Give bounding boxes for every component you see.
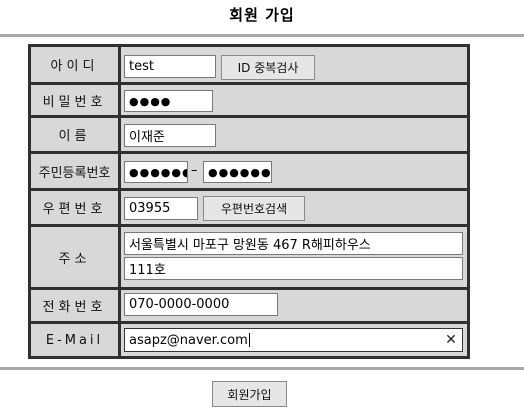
resident-number-back-input[interactable]: ●●●●●●● bbox=[203, 161, 272, 183]
zip-code-label: 우편번호 bbox=[31, 191, 118, 224]
id-label: 아이디 bbox=[31, 47, 118, 82]
password-cell: ●●●● bbox=[121, 85, 467, 115]
resident-number-front-input[interactable]: ●●●●●● bbox=[124, 161, 188, 183]
phone-input[interactable]: 070-0000-0000 bbox=[124, 293, 278, 316]
address-cell: 서울특별시 마포구 망원동 467 R해피하우스 111호 bbox=[121, 227, 467, 287]
bottom-divider bbox=[0, 367, 524, 370]
zip-code-search-button[interactable]: 우편번호검색 bbox=[203, 196, 305, 221]
resident-number-separator: – bbox=[191, 163, 198, 178]
phone-cell: 070-0000-0000 bbox=[121, 290, 467, 321]
address-line1-input[interactable]: 서울특별시 마포구 망원동 467 R해피하우스 bbox=[124, 232, 463, 255]
resident-number-cell: ●●●●●● – ●●●●●●● bbox=[121, 154, 467, 188]
email-input[interactable]: asapz@naver.com bbox=[124, 328, 463, 352]
zip-code-input[interactable]: 03955 bbox=[124, 197, 198, 220]
phone-label: 전화번호 bbox=[31, 290, 118, 321]
password-label: 비밀번호 bbox=[31, 85, 118, 115]
zip-code-cell: 03955 우편번호검색 bbox=[121, 191, 467, 224]
id-duplicate-check-button[interactable]: ID 중복검사 bbox=[221, 55, 315, 80]
name-label: 이름 bbox=[31, 118, 118, 151]
email-cell: asapz@naver.com ✕ bbox=[121, 324, 467, 356]
submit-signup-button[interactable]: 회원가입 bbox=[212, 381, 287, 407]
text-caret bbox=[248, 333, 250, 347]
address-line2-input[interactable]: 111호 bbox=[124, 257, 463, 280]
name-input[interactable]: 이재준 bbox=[124, 124, 216, 147]
address-label: 주소 bbox=[31, 227, 118, 287]
resident-number-label: 주민등록번호 bbox=[31, 154, 118, 188]
page-title: 회원 가입 bbox=[229, 6, 295, 24]
signup-form-table: 아이디 test ID 중복검사 비밀번호 ●●●● 이름 이재준 주민등록번호… bbox=[28, 44, 470, 359]
password-input[interactable]: ●●●● bbox=[124, 90, 213, 112]
id-cell: test ID 중복검사 bbox=[121, 47, 467, 82]
clear-icon[interactable]: ✕ bbox=[443, 332, 459, 348]
email-input-value: asapz@naver.com bbox=[129, 332, 248, 348]
top-divider bbox=[0, 34, 524, 37]
id-input[interactable]: test bbox=[124, 55, 216, 78]
name-cell: 이재준 bbox=[121, 118, 467, 151]
email-label: E-Mail bbox=[31, 324, 118, 356]
